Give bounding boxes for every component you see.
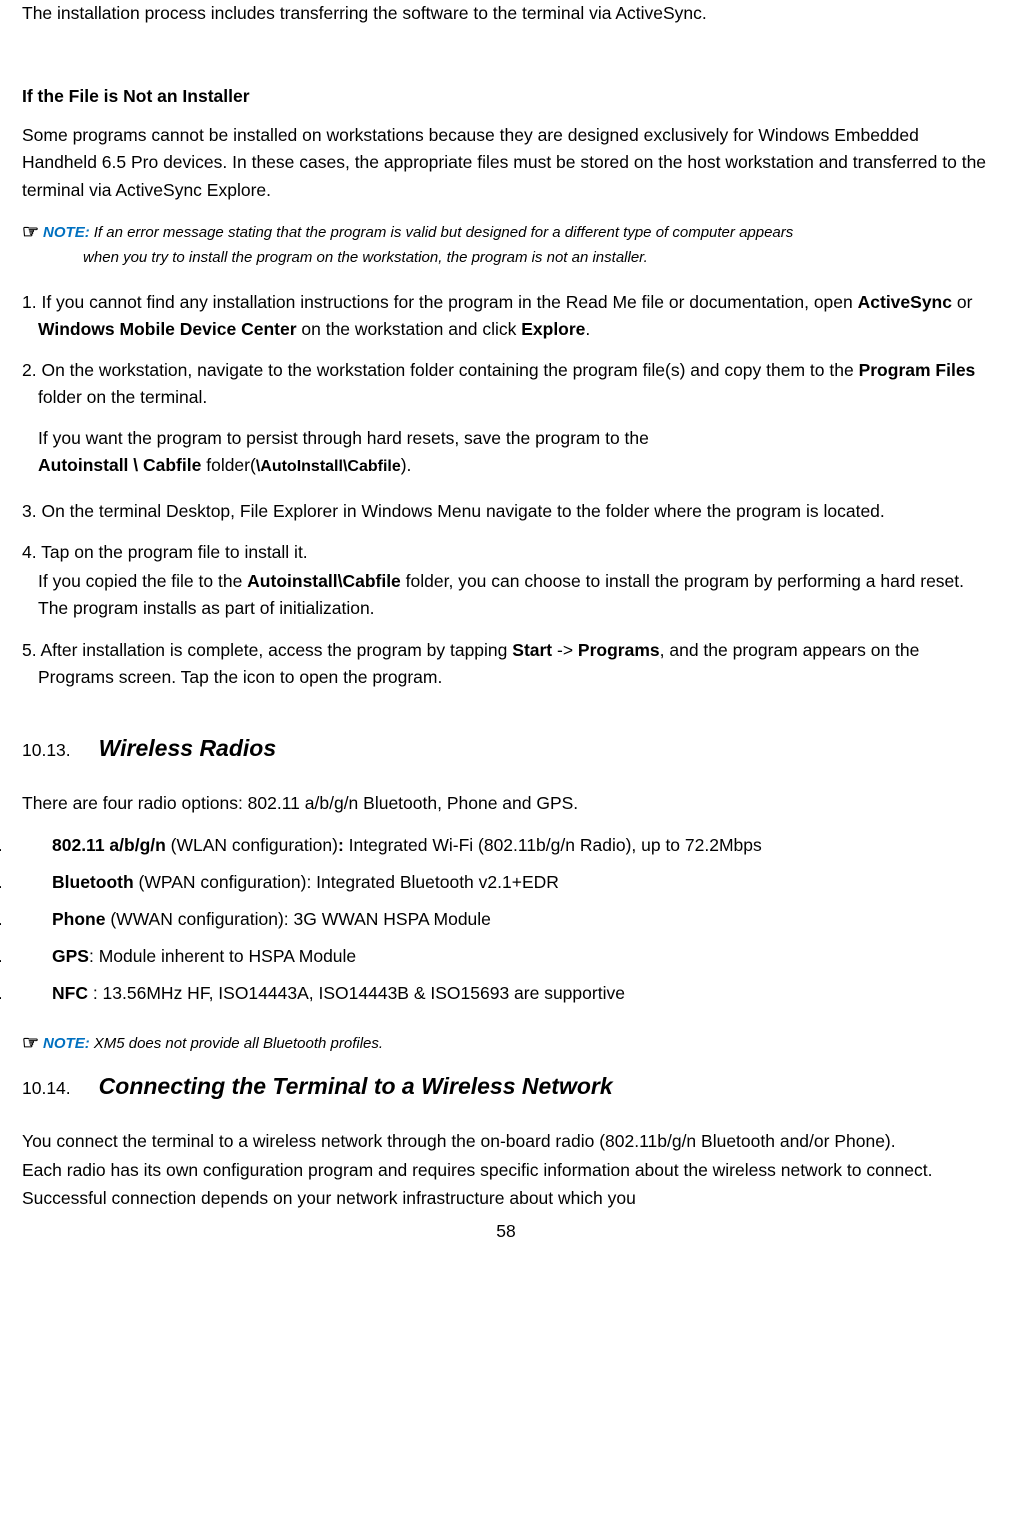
section-title-1014: Connecting the Terminal to a Wireless Ne… <box>99 1073 613 1099</box>
list-mid-4: : Module inherent to HSPA Module <box>89 946 356 966</box>
step-5-text-c: -> <box>552 640 578 660</box>
radio-item-3: 3.Phone (WWAN configuration): 3G WWAN HS… <box>22 906 990 933</box>
intro-paragraph: The installation process includes transf… <box>22 0 990 27</box>
radio-item-1: 1.802.11 a/b/g/n (WLAN configuration): I… <box>22 832 990 859</box>
step-2-continuation: If you want the program to persist throu… <box>22 425 990 480</box>
note-text-2: XM5 does not provide all Bluetooth profi… <box>94 1035 383 1052</box>
note-content-2: NOTE:XM5 does not provide all Bluetooth … <box>43 1029 383 1057</box>
step-5-bold-start: Start <box>512 640 552 660</box>
list-num-1: 1. <box>22 832 52 859</box>
section-1014-p1: You connect the terminal to a wireless n… <box>22 1128 990 1155</box>
step-2-text-h: ). <box>401 455 412 475</box>
note-block-2: ☞ NOTE:XM5 does not provide all Bluetoot… <box>22 1029 990 1058</box>
radio-item-4: 4.GPS: Module inherent to HSPA Module <box>22 943 990 970</box>
paragraph-not-installer: Some programs cannot be installed on wor… <box>22 122 990 203</box>
list-mid-3: (WWAN configuration): 3G WWAN HSPA Modul… <box>105 909 490 929</box>
step-4: 4. Tap on the program file to install it… <box>22 539 990 566</box>
step-1-text-g: . <box>585 319 590 339</box>
radio-item-5: 5.NFC : 13.56MHz HF, ISO14443A, ISO14443… <box>22 980 990 1007</box>
step-4-continuation: If you copied the file to the Autoinstal… <box>22 568 990 622</box>
step-2-text-a: 2. On the workstation, navigate to the w… <box>22 360 859 380</box>
list-bold-gps: GPS <box>52 946 89 966</box>
step-1-bold-activesync: ActiveSync <box>858 292 952 312</box>
note-label: NOTE: <box>43 224 90 241</box>
pointing-hand-icon: ☞ <box>22 1029 39 1058</box>
step-3: 3. On the terminal Desktop, File Explore… <box>22 498 990 525</box>
list-bold-phone: Phone <box>52 909 105 929</box>
step-5-bold-programs: Programs <box>578 640 660 660</box>
radio-item-2: 2.Bluetooth (WPAN configuration): Integr… <box>22 869 990 896</box>
step-2: 2. On the workstation, navigate to the w… <box>22 357 990 411</box>
step-2-text-f: folder( <box>201 455 255 475</box>
section-1013-intro: There are four radio options: 802.11 a/b… <box>22 790 990 817</box>
step-1-text-a: 1. If you cannot find any installation i… <box>22 292 858 312</box>
list-num-3: 3. <box>22 906 52 933</box>
subheading-not-installer: If the File is Not an Installer <box>22 83 990 110</box>
pointing-hand-icon: ☞ <box>22 218 39 247</box>
step-2-bold-program-files: Program Files <box>859 360 976 380</box>
list-bold-bt: Bluetooth <box>52 872 134 892</box>
page-number: 58 <box>22 1218 990 1245</box>
step-5-text-a: 5. After installation is complete, acces… <box>22 640 512 660</box>
step-2-text-d: If you want the program to persist throu… <box>38 428 649 448</box>
step-2-bold-autoinstall: Autoinstall \ Cabfile <box>38 455 201 475</box>
section-number-1013: 10.13. <box>22 737 71 764</box>
note-text-line2: when you try to install the program on t… <box>43 245 793 271</box>
list-num-2: 2. <box>22 869 52 896</box>
section-title-1013: Wireless Radios <box>99 735 276 761</box>
list-mid-2: (WPAN configuration): Integrated Bluetoo… <box>134 872 559 892</box>
step-4-text-b: If you copied the file to the <box>38 571 247 591</box>
note-text-line1: If an error message stating that the pro… <box>94 224 794 241</box>
list-num-5: 5. <box>22 980 52 1007</box>
section-heading-1013: 10.13. Wireless Radios <box>22 731 990 767</box>
list-num-4: 4. <box>22 943 52 970</box>
section-number-1014: 10.14. <box>22 1075 71 1102</box>
list-bold-80211: 802.11 a/b/g/n <box>52 835 166 855</box>
section-1014-p2: Each radio has its own configuration pro… <box>22 1157 990 1211</box>
step-1: 1. If you cannot find any installation i… <box>22 289 990 343</box>
note-content: NOTE:If an error message stating that th… <box>43 218 793 271</box>
list-rest-nfc: : 13.56MHz HF, ISO14443A, ISO14443B & IS… <box>88 983 625 1003</box>
step-1-bold-explore: Explore <box>521 319 585 339</box>
note-label-2: NOTE: <box>43 1035 90 1052</box>
step-1-bold-wmdc: Windows Mobile Device Center <box>38 319 297 339</box>
step-1-text-e: on the workstation and click <box>297 319 522 339</box>
section-heading-1014: 10.14. Connecting the Terminal to a Wirel… <box>22 1069 990 1105</box>
note-block-1: ☞ NOTE:If an error message stating that … <box>22 218 990 271</box>
list-rest-1: Integrated Wi-Fi (802.11b/g/n Radio), up… <box>344 835 762 855</box>
step-2-text-c: folder on the terminal. <box>38 387 207 407</box>
step-1-text-c: or <box>952 292 972 312</box>
step-2-path: \AutoInstall\Cabfile <box>256 458 401 475</box>
list-bold-nfc: NFC <box>52 983 88 1003</box>
step-5: 5. After installation is complete, acces… <box>22 637 990 691</box>
step-4-bold-autoinstall: Autoinstall\Cabfile <box>247 571 401 591</box>
list-mid-1: (WLAN configuration) <box>166 835 338 855</box>
